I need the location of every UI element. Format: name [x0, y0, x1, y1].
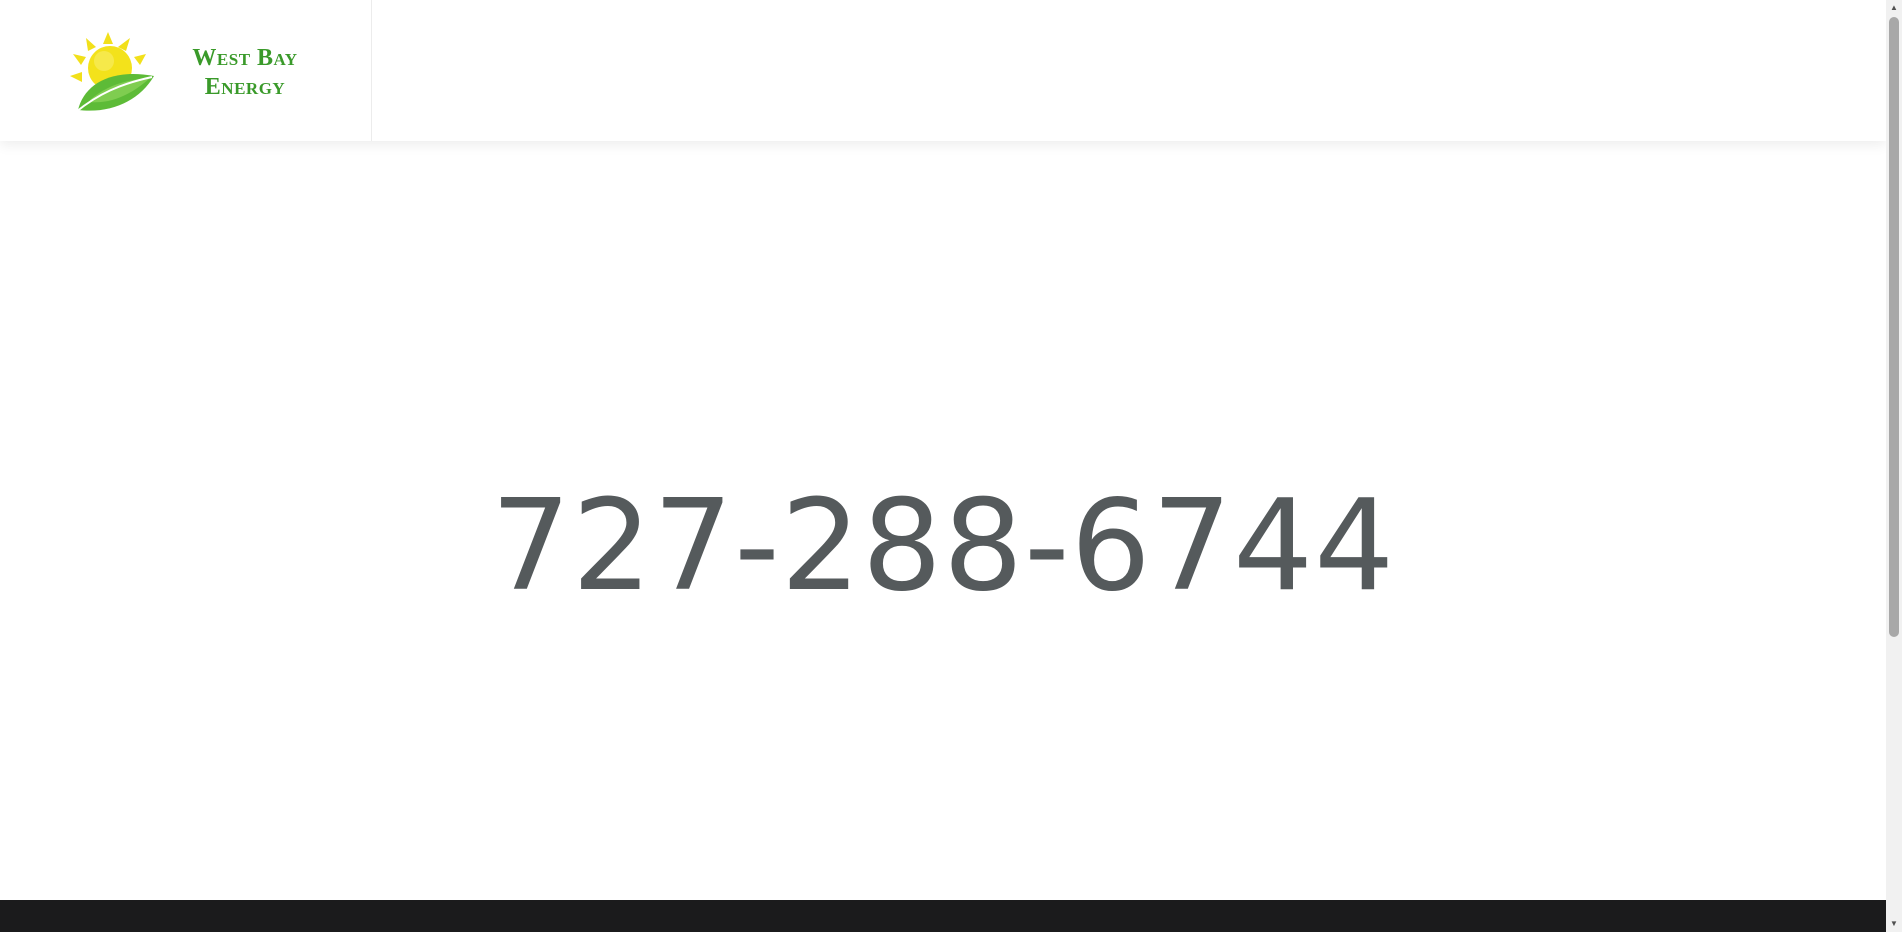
logo-container: West Bay Energy — [0, 0, 372, 141]
logo-line-2: Energy — [204, 74, 286, 100]
vertical-scrollbar[interactable]: ▲ ▼ — [1886, 0, 1902, 932]
site-footer — [0, 900, 1886, 932]
scroll-up-icon[interactable]: ▲ — [1886, 0, 1902, 16]
sun-leaf-logo-icon — [70, 32, 154, 113]
logo-line-1: West Bay — [192, 45, 298, 71]
scroll-down-icon[interactable]: ▼ — [1886, 916, 1902, 932]
page: West Bay Energy 727-288-6744 ▲ ▼ — [0, 0, 1902, 932]
phone-number-link[interactable]: 727-288-6744 — [491, 472, 1396, 619]
site-header: West Bay Energy — [0, 0, 1886, 141]
main-content: 727-288-6744 — [0, 141, 1886, 900]
scrollbar-thumb[interactable] — [1889, 17, 1899, 637]
site-logo-link[interactable]: West Bay Energy — [70, 30, 330, 116]
logo-wordmark: West Bay Energy — [165, 44, 325, 102]
phone-section: 727-288-6744 — [0, 141, 1886, 900]
